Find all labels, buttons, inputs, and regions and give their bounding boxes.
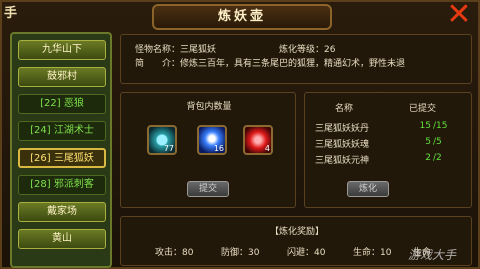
bag-panel: 背包内数量 77 16 4 提交 — [120, 92, 296, 208]
sidebar-item-sanweihuyao[interactable]: [26] 三尾狐妖 — [18, 148, 106, 168]
requirement-row: 三尾狐妖妖丹 15 /15 — [315, 121, 448, 134]
sidebar-item-jiuhuashanxia[interactable]: 九华山下 — [18, 40, 106, 60]
item-count: 4 — [264, 144, 270, 153]
corner-text: 手 — [4, 6, 18, 21]
reward-dodge: 闪避：40 — [287, 248, 326, 258]
bag-title: 背包内数量 — [186, 102, 232, 112]
col-header-submitted: 已提交 — [409, 104, 437, 114]
watermark: 游戏大手 — [408, 248, 457, 262]
item-count: 16 — [213, 144, 224, 153]
requirement-row: 三尾狐妖元神 2 /2 — [315, 153, 442, 166]
green-orb-icon[interactable]: 77 — [147, 125, 177, 155]
sidebar-item-guxiecun[interactable]: 鼓邪村 — [18, 67, 106, 87]
monster-name: 怪物名称：三尾狐妖 — [135, 45, 217, 55]
sidebar-item-elang[interactable]: [22] 恶狼 — [18, 94, 106, 114]
refine-button[interactable]: 炼化 — [347, 181, 389, 197]
col-header-name: 名称 — [335, 104, 354, 114]
sidebar-item-daijiachang[interactable]: 戴家场 — [18, 202, 106, 222]
reward-defense: 防御：30 — [221, 248, 260, 258]
reward-title: 【炼化奖励】 — [269, 227, 324, 237]
requirement-row: 三尾狐妖妖魂 5 /5 — [315, 137, 442, 150]
red-orb-icon[interactable]: 4 — [243, 125, 273, 155]
blue-flame-icon[interactable]: 16 — [197, 125, 227, 155]
sidebar-item-xiepaicike[interactable]: [28] 邪派刺客 — [18, 175, 106, 195]
monster-info-panel: 怪物名称：三尾狐妖 炼化等级：26 简 介：修炼三百年，具有三条尾巴的狐狸，精通… — [120, 34, 472, 84]
location-sidebar: 九华山下 鼓邪村 [22] 恶狼 [24] 江湖术士 [26] 三尾狐妖 [28… — [10, 32, 112, 268]
reward-attack: 攻击：80 — [155, 248, 194, 258]
reward-hp: 生命：10 — [353, 248, 392, 258]
close-x-icon[interactable]: ✕ — [442, 0, 476, 30]
item-count: 77 — [163, 144, 174, 153]
sidebar-item-huangshan[interactable]: 黄山 — [18, 229, 106, 249]
monster-level: 炼化等级：26 — [279, 45, 336, 55]
submit-button[interactable]: 提交 — [187, 181, 229, 197]
sidebar-item-jianghushushi[interactable]: [24] 江湖术士 — [18, 121, 106, 141]
game-window: 手 炼妖壶 ✕ 九华山下 鼓邪村 [22] 恶狼 [24] 江湖术士 [26] … — [0, 0, 480, 269]
window-title: 炼妖壶 — [152, 4, 332, 30]
requirement-panel: 名称 已提交 三尾狐妖妖丹 15 /15 三尾狐妖妖魂 5 /5 三尾狐妖元神 … — [304, 92, 472, 208]
monster-description: 简 介：修炼三百年，具有三条尾巴的狐狸，精通幻术，野性未退 — [135, 59, 406, 69]
